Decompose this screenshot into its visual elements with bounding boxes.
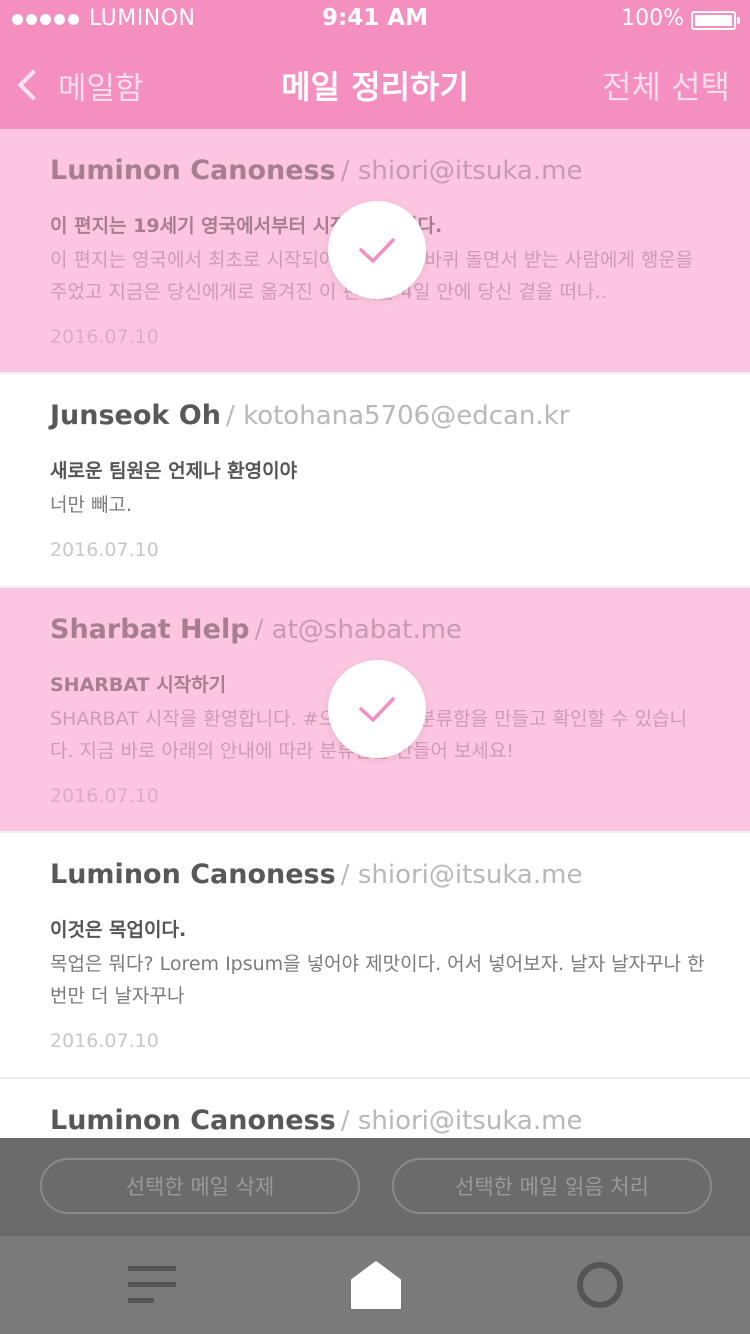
tab-profile[interactable] (540, 1236, 660, 1334)
mail-preview: 목업은 뭐다? Lorem Ipsum을 넣어야 제맛이다. 어서 넣어보자. … (50, 953, 705, 1007)
mail-address: / kotohana5706@edcan.kr (226, 401, 570, 431)
bulk-action-bar: 선택한 메일 삭제 선택한 메일 읽음 처리 (0, 1138, 750, 1236)
mail-address: / shiori@itsuka.me (340, 1106, 583, 1136)
battery-percent: 100% (621, 6, 684, 31)
mail-date: 2016.07.10 (50, 539, 159, 561)
selected-check-badge[interactable] (328, 201, 426, 299)
tab-list[interactable] (92, 1236, 212, 1334)
status-bar: LUMINON 9:41 AM 100% (0, 0, 750, 40)
mail-preview: 너만 빼고. (50, 494, 132, 516)
tab-bar (0, 1236, 750, 1334)
mail-item[interactable]: Junseok Oh / kotohana5706@edcan.kr 새로운 팀… (0, 374, 750, 588)
checkmark-icon (359, 238, 395, 263)
list-icon (128, 1266, 176, 1303)
mail-item[interactable]: Sharbat Help / at@shabat.me SHARBAT 시작하기… (0, 588, 750, 833)
mail-sender: Sharbat Help (50, 614, 250, 645)
mail-sender: Luminon Canoness (50, 155, 336, 186)
mail-date: 2016.07.10 (50, 326, 159, 348)
mail-address: / shiori@itsuka.me (340, 860, 583, 890)
select-all-button[interactable]: 전체 선택 (602, 62, 730, 108)
mail-sender: Luminon Canoness (50, 1105, 336, 1136)
mail-sender: Junseok Oh (50, 400, 221, 431)
mark-read-button[interactable]: 선택한 메일 읽음 처리 (392, 1158, 712, 1214)
tab-home[interactable] (316, 1236, 436, 1334)
mail-date: 2016.07.10 (50, 785, 159, 807)
header: LUMINON 9:41 AM 100% 메일함 메일 정리하기 전체 선택 (0, 0, 750, 129)
mail-item[interactable]: Luminon Canoness / shiori@itsuka.me 이 편지… (0, 129, 750, 374)
checkmark-icon (359, 697, 395, 722)
mail-subject: 새로운 팀원은 언제나 환영이야 (50, 460, 298, 482)
circle-icon (577, 1262, 623, 1308)
mail-item[interactable]: Luminon Canoness / shiori@itsuka.me 이것은 … (0, 833, 750, 1079)
mail-address: / shiori@itsuka.me (340, 156, 583, 186)
home-icon (351, 1261, 401, 1309)
mail-subject: 이것은 목업이다. (50, 919, 187, 941)
mail-address: / at@shabat.me (254, 615, 462, 645)
battery-icon (691, 11, 740, 30)
mail-item[interactable]: Luminon Canoness / shiori@itsuka.me (0, 1079, 750, 1138)
delete-selected-button[interactable]: 선택한 메일 삭제 (40, 1158, 360, 1214)
mail-list: Luminon Canoness / shiori@itsuka.me 이 편지… (0, 129, 750, 1138)
mail-sender: Luminon Canoness (50, 859, 336, 890)
mail-date: 2016.07.10 (50, 1030, 159, 1052)
selected-check-badge[interactable] (328, 660, 426, 758)
